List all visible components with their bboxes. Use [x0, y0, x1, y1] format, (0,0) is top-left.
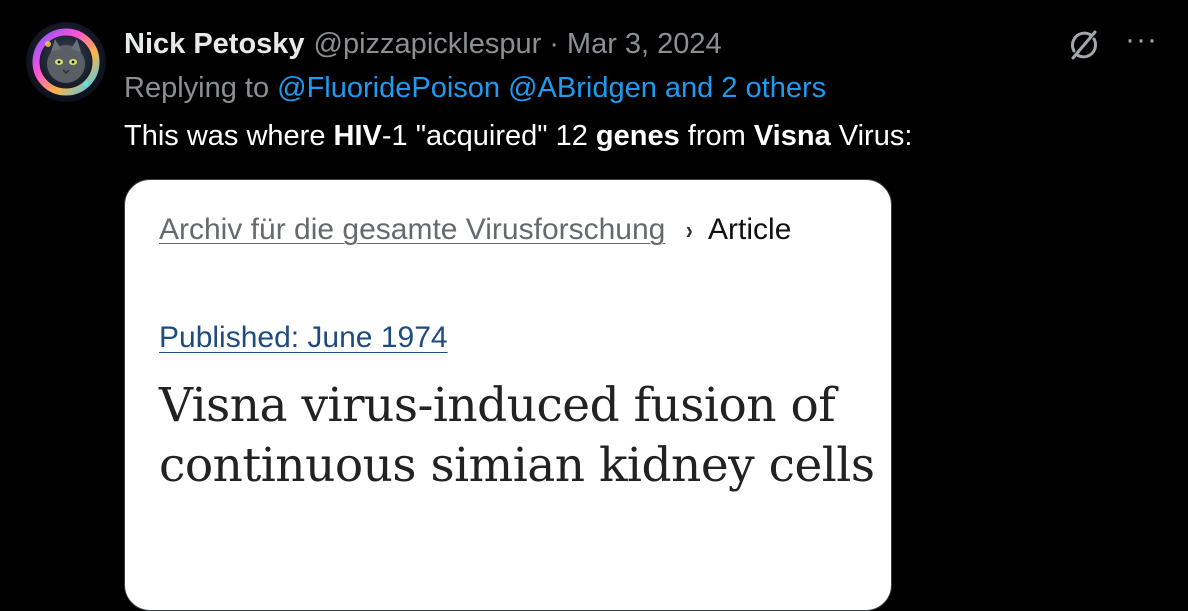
chevron-right-icon: › — [686, 214, 694, 245]
tweet-text-bold: HIV — [333, 119, 382, 152]
more-options-icon[interactable]: ··· — [1125, 25, 1158, 55]
article-title: Visna virus-induced fusion of continuous… — [159, 378, 875, 493]
author-display-name[interactable]: Nick Petosky — [124, 28, 305, 61]
avatar[interactable] — [26, 22, 106, 102]
tweet-text-part: from — [679, 119, 754, 152]
tweet-text-bold: genes — [595, 119, 680, 152]
reply-mentions[interactable]: @FluoridePoison @ABridgen and 2 others — [277, 72, 826, 105]
breadcrumb-journal-link[interactable]: Archiv für die gesamte Virusforschung — [159, 213, 665, 247]
tweet-text-part: -1 "acquired" 12 — [381, 119, 596, 152]
tweet-header: Nick Petosky @pizzapicklespur · Mar 3, 2… — [124, 24, 722, 64]
reply-context: Replying to @FluoridePoison @ABridgen an… — [124, 68, 826, 108]
tweet-text-part: This was where — [124, 119, 334, 152]
header-separator: · — [549, 27, 559, 60]
attached-image-card[interactable]: Archiv für die gesamte Virusforschung › … — [124, 179, 892, 611]
breadcrumb-current: Article — [708, 213, 792, 246]
breadcrumb: Archiv für die gesamte Virusforschung › … — [159, 210, 791, 250]
tweet-date[interactable]: Mar 3, 2024 — [567, 28, 722, 61]
published-date-link[interactable]: Published: June 1974 — [159, 318, 448, 358]
tweet-text: This was where HIV -1 "acquired" 12 gene… — [124, 116, 912, 156]
tweet-text-bold: Visna — [753, 119, 831, 152]
grok-icon[interactable] — [1065, 26, 1103, 64]
reply-prefix: Replying to — [124, 71, 270, 104]
astronaut-cat-avatar-icon — [26, 22, 106, 102]
author-handle[interactable]: @pizzapicklespur — [314, 28, 542, 61]
tweet-text-part: Virus: — [830, 119, 913, 152]
tweet-top-actions: ··· — [1065, 25, 1158, 64]
grok-slash-circle-icon — [1071, 30, 1098, 60]
